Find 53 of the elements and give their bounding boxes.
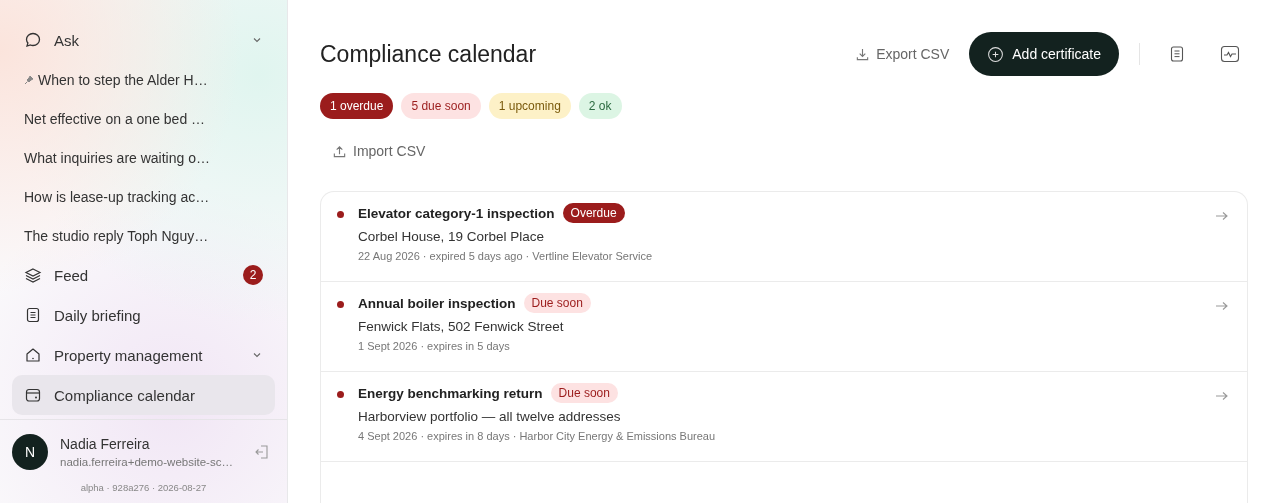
chat-history-item[interactable]: How is lease-up tracking ac… <box>12 177 275 216</box>
layers-icon <box>24 266 42 284</box>
certificate-meta: 4 Sept 2026 · expires in 8 days · Harbor City Energy & Emissions Bureau <box>358 430 717 442</box>
version-text: alpha · 928a276 · 2026-08-27 <box>79 482 208 493</box>
certificate-title: Elevator category-1 inspection <box>358 205 555 221</box>
calendar-icon <box>24 386 42 404</box>
certificate-row[interactable]: Energy benchmarking return Due soon Harborview portfolio — all twelve addresses 4 Sept 2026 · expires in 8 days · Harbor City Energy & Emissions Bureau <box>321 372 1247 462</box>
upload-icon <box>332 143 347 159</box>
chat-history-item[interactable]: The studio reply Toph Nguy… <box>12 216 275 255</box>
plus-circle-icon <box>987 45 1005 63</box>
house-icon <box>24 346 42 364</box>
certificate-title: Energy benchmarking return <box>358 385 543 401</box>
logout-icon[interactable] <box>253 443 271 461</box>
certificate-meta: 22 Aug 2026 · expired 5 days ago · Vertline Elevator Service <box>358 250 654 262</box>
sidebar-nav-item[interactable]: Ask <box>12 20 275 60</box>
count-badge: 2 <box>243 265 263 285</box>
certificate-title: Annual boiler inspection <box>358 295 516 311</box>
certificate-row[interactable]: Annual boiler inspection Due soon Fenwick Flats, 502 Fenwick Street 1 Sept 2026 · expires in 5 days <box>321 282 1247 372</box>
arrow-right-icon[interactable] <box>1215 390 1229 402</box>
status-badge: Due soon <box>550 383 618 403</box>
add-certificate-button[interactable]: Add certificate <box>969 32 1119 76</box>
sidebar-nav-item[interactable]: Compliance calendar <box>12 375 275 415</box>
status-count-chip[interactable]: 5 due soon <box>401 93 481 119</box>
property-address: Corbel House, 19 Corbel Place <box>358 229 546 244</box>
sidebar-nav-item[interactable]: Property management <box>12 335 275 375</box>
user-email: nadia.ferreira+demo-website-sc… <box>60 456 234 468</box>
certificate-row[interactable]: Elevator category-1 inspection Overdue Corbel House, 19 Corbel Place 22 Aug 2026 · expired 5 days ago · Vertline Elevator Service <box>321 192 1247 282</box>
status-count-chip[interactable]: 1 overdue <box>320 93 394 119</box>
status-badge: Overdue <box>562 203 625 223</box>
import-csv-button[interactable]: Import CSV <box>330 139 428 163</box>
chat-history-item[interactable]: What inquiries are waiting o… <box>12 138 275 177</box>
export-csv-button[interactable]: Export CSV <box>853 42 952 66</box>
status-badge: Due soon <box>523 293 591 313</box>
document-icon <box>24 306 42 324</box>
speech-bubble-icon <box>24 31 42 49</box>
page-title: Compliance calendar <box>320 40 537 68</box>
pin-icon <box>24 74 34 85</box>
download-icon <box>855 46 871 62</box>
arrow-right-icon[interactable] <box>1215 210 1229 222</box>
sidebar-nav-item[interactable]: Feed 2 <box>12 255 275 295</box>
chat-history-item[interactable]: Net effective on a one bed … <box>12 99 275 138</box>
chat-history-item[interactable]: When to step the Alder H… <box>12 60 275 99</box>
sidebar-nav-item[interactable]: Daily briefing <box>12 295 275 335</box>
certificate-meta: 1 Sept 2026 · expires in 5 days <box>358 340 511 352</box>
document-icon[interactable] <box>1168 45 1186 63</box>
status-count-chip[interactable]: 1 upcoming <box>488 93 571 119</box>
property-address: Harborview portfolio — all twelve addresses <box>358 409 622 424</box>
property-address: Fenwick Flats, 502 Fenwick Street <box>358 319 565 334</box>
activity-chart-icon[interactable] <box>1220 45 1240 63</box>
avatar: N <box>12 434 48 470</box>
arrow-right-icon[interactable] <box>1215 300 1229 312</box>
status-count-chip[interactable]: 2 ok <box>578 93 622 119</box>
user-name: Nadia Ferreira <box>60 436 151 452</box>
